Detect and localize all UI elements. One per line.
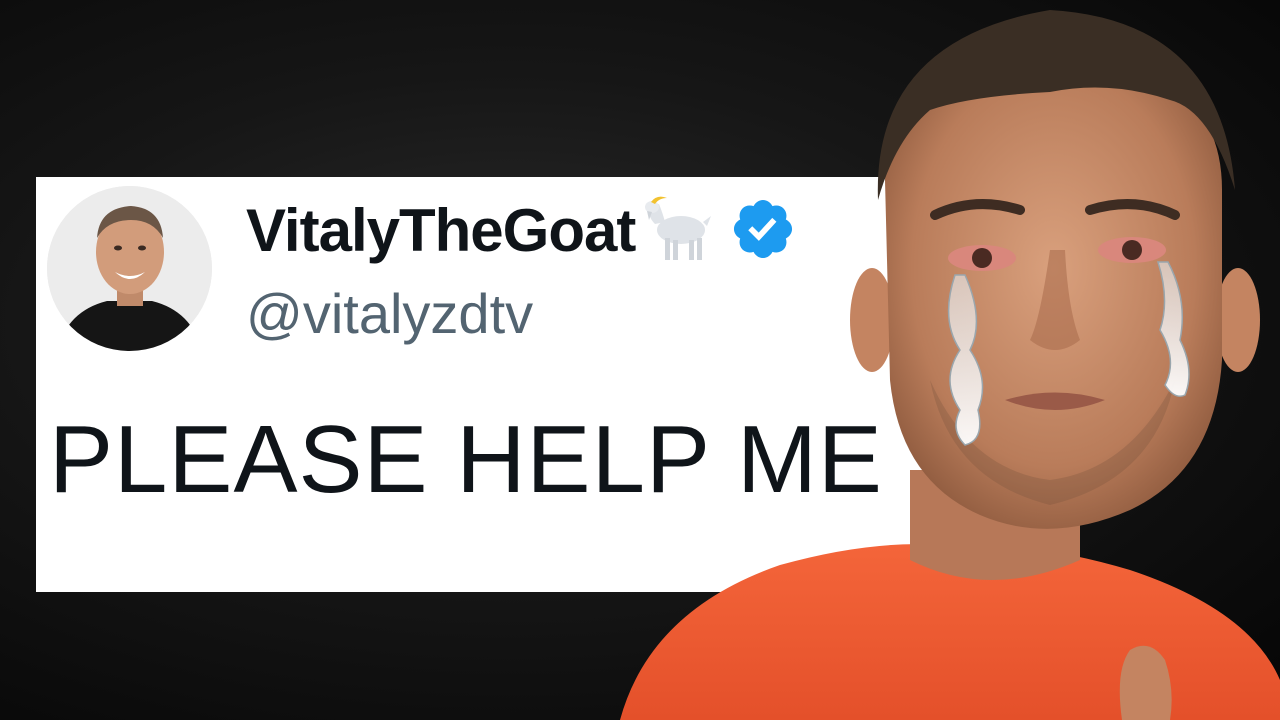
crying-man-image xyxy=(610,0,1280,720)
user-handle[interactable]: @vitalyzdtv xyxy=(246,281,533,346)
thumbnail-canvas: VitalyTheGoat @vitalyzdtv PLEASE HELP ME xyxy=(0,0,1280,720)
display-name[interactable]: VitalyTheGoat xyxy=(246,196,636,265)
avatar xyxy=(47,186,212,351)
